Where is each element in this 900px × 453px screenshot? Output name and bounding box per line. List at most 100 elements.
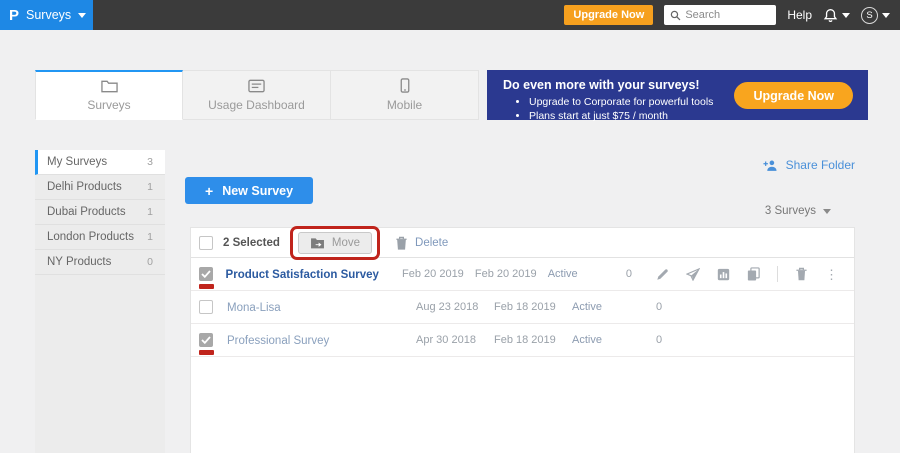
- mobile-icon: [400, 78, 410, 93]
- tab-label: Surveys: [87, 98, 130, 112]
- tab-mobile[interactable]: Mobile: [331, 70, 479, 120]
- sidebar-item-my-surveys[interactable]: My Surveys 3: [35, 150, 165, 175]
- send-button[interactable]: [686, 268, 700, 281]
- move-label: Move: [332, 237, 360, 249]
- folder-count: 1: [147, 181, 153, 193]
- table-row: Professional Survey Apr 30 2018 Feb 18 2…: [191, 324, 854, 357]
- created-date: Aug 23 2018: [416, 301, 494, 313]
- app-title: Surveys: [26, 8, 71, 22]
- folder-count: 1: [147, 206, 153, 218]
- row-checkbox[interactable]: [199, 267, 213, 281]
- table-row: Mona-Lisa Aug 23 2018 Feb 18 2019 Active…: [191, 291, 854, 324]
- notifications-button[interactable]: [823, 8, 850, 23]
- chevron-down-icon: [823, 209, 831, 214]
- move-button[interactable]: Move: [298, 232, 372, 254]
- delete-row-button[interactable]: [795, 267, 808, 281]
- pencil-icon: [656, 268, 669, 281]
- folder-label: My Surveys: [47, 156, 107, 168]
- folder-count: 0: [147, 256, 153, 268]
- promo-bullet: Plans start at just $75 / month: [529, 109, 868, 123]
- folder-count: 1: [147, 231, 153, 243]
- created-date: Apr 30 2018: [416, 334, 494, 346]
- tab-label: Mobile: [387, 98, 422, 112]
- trash-icon: [795, 267, 808, 281]
- delete-label: Delete: [415, 237, 448, 249]
- move-folder-icon: [310, 237, 325, 249]
- folder-label: NY Products: [47, 256, 111, 268]
- section-tabs: Surveys Usage Dashboard Mobile: [35, 70, 479, 120]
- delete-button[interactable]: Delete: [395, 236, 448, 250]
- dashboard-icon: [248, 79, 265, 93]
- new-survey-label: New Survey: [222, 184, 293, 198]
- search-input[interactable]: [685, 9, 765, 21]
- surveys-count-label: 3 Surveys: [765, 205, 816, 217]
- main-content: Share Folder + New Survey 3 Surveys 2 Se…: [187, 148, 855, 453]
- responses-count: 0: [630, 301, 688, 313]
- more-options-button[interactable]: ⋮: [825, 268, 838, 281]
- chevron-down-icon: [882, 13, 890, 18]
- edit-button[interactable]: [656, 268, 669, 281]
- survey-name-link[interactable]: Professional Survey: [227, 335, 329, 347]
- app-switcher[interactable]: P Surveys: [0, 0, 93, 30]
- sidebar-item-delhi-products[interactable]: Delhi Products 1: [35, 175, 165, 200]
- avatar: S: [861, 7, 878, 24]
- search-icon: [670, 10, 681, 21]
- tab-label: Usage Dashboard: [208, 98, 305, 112]
- row-checkbox-cell: [191, 291, 221, 323]
- status-label: Active: [572, 301, 630, 313]
- row-checkbox[interactable]: [199, 300, 213, 314]
- created-date: Feb 20 2019: [402, 268, 475, 280]
- upgrade-now-pill-button[interactable]: Upgrade Now: [734, 82, 853, 109]
- row-actions: ⋮: [656, 266, 854, 282]
- bell-icon: [823, 8, 838, 23]
- select-all-checkbox[interactable]: [199, 236, 213, 250]
- add-person-icon: [763, 159, 779, 172]
- row-checkbox[interactable]: [199, 333, 213, 347]
- annotation-red-mark: [199, 350, 214, 355]
- new-survey-button[interactable]: + New Survey: [185, 177, 313, 204]
- modified-date: Feb 18 2019: [494, 334, 572, 346]
- surveys-table: 2 Selected Move Delete: [190, 227, 855, 453]
- chevron-down-icon: [78, 13, 86, 18]
- sidebar-item-ny-products[interactable]: NY Products 0: [35, 250, 165, 275]
- status-label: Active: [572, 334, 630, 346]
- help-link[interactable]: Help: [787, 8, 812, 22]
- trash-icon: [395, 236, 408, 250]
- top-bar: P Surveys Upgrade Now Help S: [0, 0, 900, 30]
- promo-banner: Do even more with your surveys! Upgrade …: [487, 70, 868, 120]
- reports-button[interactable]: [717, 268, 730, 281]
- table-row: Product Satisfaction Survey Feb 20 2019 …: [191, 258, 854, 291]
- search-box[interactable]: [664, 5, 776, 25]
- account-menu[interactable]: S: [861, 7, 890, 24]
- folders-sidebar: My Surveys 3 Delhi Products 1 Dubai Prod…: [35, 150, 165, 453]
- modified-date: Feb 20 2019: [475, 268, 548, 280]
- folder-label: Dubai Products: [47, 206, 126, 218]
- check-icon: [201, 270, 211, 278]
- sidebar-item-dubai-products[interactable]: Dubai Products 1: [35, 200, 165, 225]
- share-folder-button[interactable]: Share Folder: [763, 158, 855, 172]
- topbar-controls: Upgrade Now Help S: [564, 5, 900, 25]
- proprofs-logo-icon: P: [9, 8, 19, 23]
- share-folder-label: Share Folder: [786, 158, 855, 172]
- survey-name-link[interactable]: Mona-Lisa: [227, 302, 281, 314]
- surveys-count-dropdown[interactable]: 3 Surveys: [765, 205, 831, 217]
- survey-name-link[interactable]: Product Satisfaction Survey: [226, 269, 379, 281]
- responses-count: 0: [602, 268, 656, 280]
- modified-date: Feb 18 2019: [494, 301, 572, 313]
- check-icon: [201, 336, 211, 344]
- selected-count-label: 2 Selected: [223, 237, 280, 249]
- folder-label: London Products: [47, 231, 134, 243]
- tab-surveys[interactable]: Surveys: [35, 70, 183, 120]
- tab-usage-dashboard[interactable]: Usage Dashboard: [183, 70, 331, 120]
- chevron-down-icon: [842, 13, 850, 18]
- duplicate-button[interactable]: [747, 267, 760, 281]
- responses-count: 0: [630, 334, 688, 346]
- sidebar-item-london-products[interactable]: London Products 1: [35, 225, 165, 250]
- paper-plane-icon: [686, 268, 700, 281]
- folder-label: Delhi Products: [47, 181, 122, 193]
- row-checkbox-cell: [191, 324, 221, 356]
- annotation-move-highlight: Move: [290, 226, 380, 260]
- plus-icon: +: [205, 183, 213, 199]
- status-label: Active: [548, 268, 602, 280]
- upgrade-now-button[interactable]: Upgrade Now: [564, 5, 653, 25]
